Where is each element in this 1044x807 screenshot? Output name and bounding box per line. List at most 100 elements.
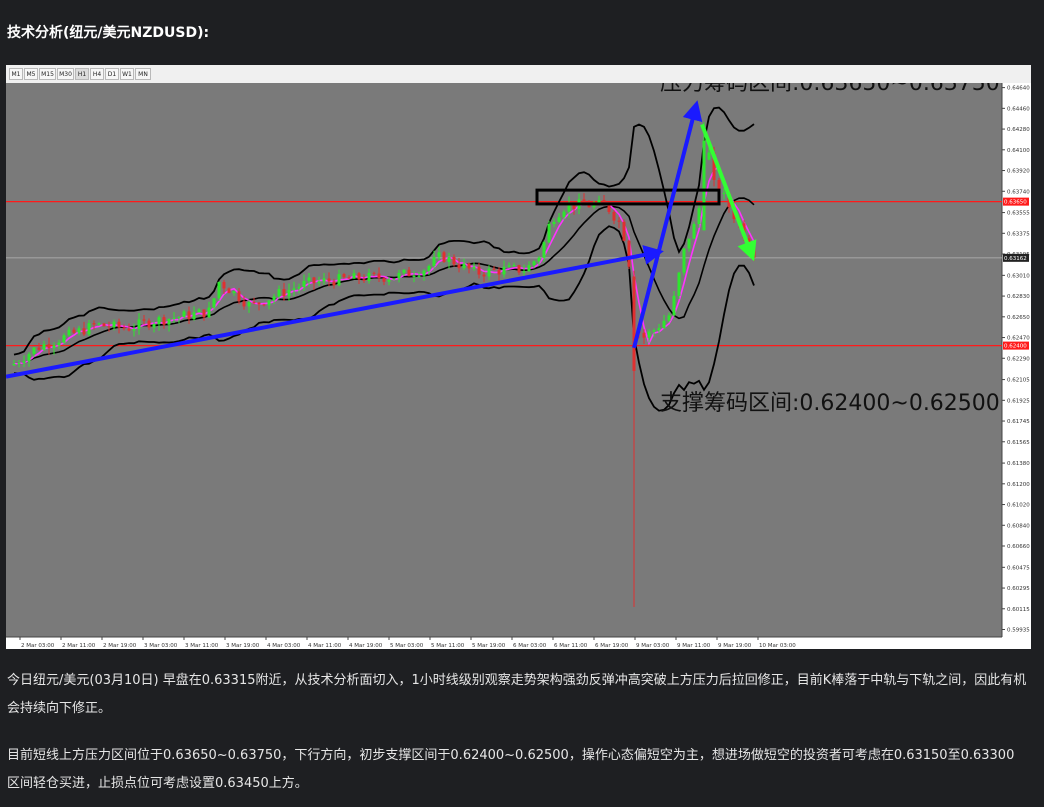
bear-candle: [262, 304, 266, 306]
y-tick-label: 0.62650: [1007, 315, 1030, 321]
bull-candle: [662, 320, 666, 329]
bear-candle: [252, 302, 256, 304]
x-tick-label: 2 Mar 03:00: [21, 643, 55, 649]
bull-candle: [27, 353, 31, 362]
bull-candle: [112, 321, 116, 328]
timeframe-mn-button[interactable]: MN: [135, 68, 151, 80]
timeframe-m15-button[interactable]: M15: [39, 68, 56, 80]
bull-candle: [307, 277, 311, 281]
bear-candle: [497, 269, 501, 275]
bull-candle: [232, 291, 236, 294]
bull-candle: [547, 223, 551, 243]
bull-candle: [652, 330, 656, 332]
timeframe-m5-button[interactable]: M5: [24, 68, 38, 80]
y-tick-label: 0.60295: [1007, 586, 1030, 592]
x-tick-label: 2 Mar 19:00: [103, 643, 137, 649]
bull-candle: [687, 238, 691, 249]
bull-candle: [677, 272, 681, 296]
timeframe-h4-button[interactable]: H4: [90, 68, 104, 80]
y-tick-label: 0.61020: [1007, 503, 1030, 509]
x-tick-label: 6 Mar 03:00: [513, 643, 547, 649]
bear-candle: [222, 281, 226, 289]
bull-candle: [387, 279, 391, 282]
bull-candle: [402, 269, 406, 273]
bear-candle: [187, 311, 191, 320]
x-tick-label: 2 Mar 11:00: [62, 643, 96, 649]
candlestick-chart: 0.64640 0.64460 0.64280 0.64100 0.63920 0.637…: [6, 83, 1031, 649]
y-tick-label: 0.62470: [1007, 336, 1030, 342]
bear-candle: [357, 273, 361, 280]
bear-candle: [372, 272, 376, 274]
bull-candle: [367, 272, 371, 281]
resistance-annotation: 压力筹码区间:0.63650~0.63750: [660, 83, 1000, 96]
bear-candle: [642, 332, 646, 338]
timeframe-m1-button[interactable]: M1: [9, 68, 23, 80]
bull-candle: [432, 257, 436, 266]
bull-candle: [302, 280, 306, 288]
bull-candle: [207, 307, 211, 318]
bear-candle: [627, 240, 631, 267]
bear-candle: [752, 247, 756, 258]
x-tick-label: 5 Mar 19:00: [472, 643, 506, 649]
bull-candle: [667, 315, 671, 321]
x-tick-label: 9 Mar 03:00: [636, 643, 670, 649]
bull-candle: [67, 329, 71, 336]
bear-candle: [142, 319, 146, 321]
timeframe-m30-button[interactable]: M30: [57, 68, 74, 80]
x-tick-label: 3 Mar 03:00: [144, 643, 178, 649]
bear-candle: [107, 326, 111, 328]
bear-candle: [162, 317, 166, 325]
bear-candle: [92, 323, 96, 325]
bull-candle: [152, 324, 156, 328]
bull-candle: [247, 302, 251, 307]
timeframe-d1-button[interactable]: D1: [105, 68, 119, 80]
bull-candle: [392, 278, 396, 280]
bull-candle: [522, 271, 526, 273]
timeframe-h1-button[interactable]: H1: [75, 68, 89, 80]
plot-area: [6, 83, 1002, 637]
bull-candle: [707, 152, 711, 160]
bull-candle: [682, 248, 686, 273]
x-tick-label: 4 Mar 19:00: [349, 643, 383, 649]
x-tick-label: 6 Mar 19:00: [595, 643, 629, 649]
y-tick-label: 0.63740: [1007, 189, 1030, 195]
bull-candle: [137, 319, 141, 329]
bear-candle: [477, 266, 481, 275]
bull-candle: [542, 242, 546, 258]
bull-candle: [657, 328, 661, 331]
bear-candle: [457, 264, 461, 269]
bull-candle: [12, 363, 16, 366]
bear-candle: [632, 276, 636, 371]
bull-candle: [87, 323, 91, 335]
bull-candle: [502, 266, 506, 275]
x-tick-label: 6 Mar 11:00: [554, 643, 588, 649]
y-tick-label: 0.60840: [1007, 523, 1030, 529]
bull-candle: [527, 265, 531, 272]
y-tick-label: 0.60115: [1007, 607, 1030, 613]
bull-candle: [702, 140, 706, 231]
bull-candle: [317, 281, 321, 284]
x-tick-label: 4 Mar 03:00: [267, 643, 301, 649]
bear-candle: [612, 211, 616, 221]
bull-candle: [292, 288, 296, 290]
bull-candle: [62, 335, 66, 343]
bear-candle: [382, 278, 386, 282]
bear-candle: [312, 277, 316, 284]
bull-candle: [552, 221, 556, 224]
bear-candle: [242, 301, 246, 307]
bull-candle: [267, 300, 271, 306]
y-tick-label: 0.64640: [1007, 86, 1030, 92]
bull-candle: [192, 312, 196, 320]
y-tick-label: 0.63375: [1007, 231, 1030, 237]
bear-candle: [102, 323, 106, 327]
bull-candle: [447, 256, 451, 262]
timeframe-w1-button[interactable]: W1: [120, 68, 134, 80]
bull-candle: [42, 344, 46, 350]
bear-candle: [122, 327, 126, 329]
bull-candle: [437, 252, 441, 258]
x-tick-label: 4 Mar 11:00: [308, 643, 342, 649]
bull-candle: [337, 274, 341, 286]
bear-candle: [377, 273, 381, 279]
x-tick-label: 9 Mar 19:00: [718, 643, 752, 649]
y-tick-label: 0.59935: [1007, 628, 1030, 634]
